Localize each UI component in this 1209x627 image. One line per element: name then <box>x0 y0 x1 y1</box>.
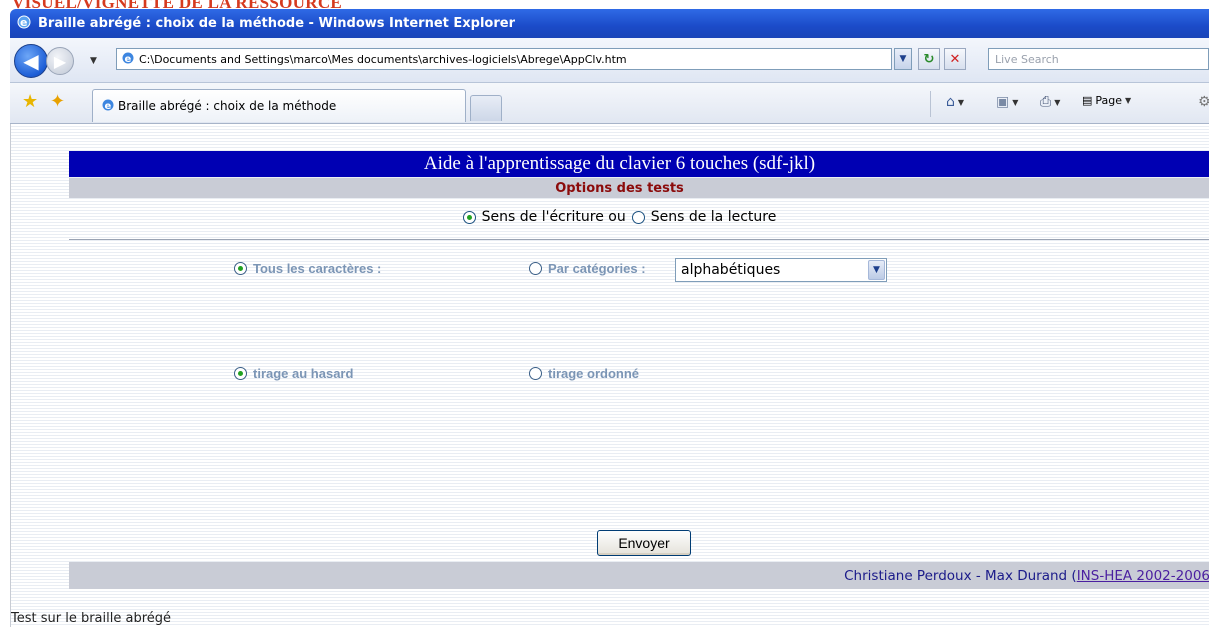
print-icon[interactable]: ⎙ ▼ <box>1040 94 1060 110</box>
footer-authors: Christiane Perdoux - Max Durand ( <box>844 567 1077 584</box>
favorites-star-icon[interactable]: ★ <box>22 91 38 112</box>
window-title: Braille abrégé : choix de la méthode - W… <box>38 16 515 31</box>
page-header: Aide à l'apprentissage du clavier 6 touc… <box>69 151 1209 177</box>
address-dropdown-icon[interactable]: ▼ <box>894 48 912 70</box>
svg-text:e: e <box>20 16 27 29</box>
page-ie-icon: e <box>121 51 135 68</box>
toolbar-divider <box>930 91 931 117</box>
tools-gear-icon[interactable]: ⚙ <box>1198 94 1209 110</box>
radio-sens-lecture[interactable] <box>631 210 645 224</box>
chevron-down-icon[interactable]: ▼ <box>868 260 885 280</box>
stop-icon[interactable]: ✕ <box>944 48 966 70</box>
label-par-categories: Par catégories : <box>548 261 646 276</box>
radio-sens-ecriture[interactable] <box>462 210 476 224</box>
option-tirage-hasard: tirage au hasard <box>234 366 353 381</box>
submit-button[interactable]: Envoyer <box>597 530 691 556</box>
add-favorites-icon[interactable]: ✦ <box>50 91 65 112</box>
tab-bar: ★ ✦ e Braille abrégé : choix de la métho… <box>10 83 1209 124</box>
label-tirage-ordonne: tirage ordonné <box>548 366 640 381</box>
page-icon: ▤ <box>1082 94 1093 107</box>
radio-tous-caracteres[interactable] <box>234 262 247 275</box>
option-tirage-ordonne: tirage ordonné <box>529 366 639 381</box>
radio-par-categories[interactable] <box>529 262 542 275</box>
back-arrow-icon[interactable]: ◀ <box>14 44 48 78</box>
status-text: Test sur le braille abrégé <box>11 611 172 626</box>
radio-tirage-ordonne[interactable] <box>529 367 542 380</box>
refresh-icon[interactable]: ↻ <box>918 48 940 70</box>
label-sens-lecture: Sens de la lecture <box>650 209 777 225</box>
label-tirage-hasard: tirage au hasard <box>253 366 354 381</box>
label-tous-caracteres: Tous les caractères : <box>253 261 382 276</box>
options-subheader: Options des tests <box>69 178 1209 198</box>
footer-link[interactable]: INS-HEA 2002-2006 <box>1077 568 1209 584</box>
new-tab-button[interactable] <box>470 95 502 121</box>
history-dropdown-icon[interactable]: ▼ <box>90 56 97 66</box>
tab-title: Braille abrégé : choix de la méthode <box>118 99 337 113</box>
divider <box>69 239 1209 240</box>
category-select-value: alphabétiques <box>681 262 781 278</box>
label-sens-ecriture: Sens de l'écriture ou <box>481 209 626 225</box>
home-icon[interactable]: ⌂ ▼ <box>946 94 964 110</box>
svg-text:e: e <box>125 54 132 65</box>
forward-arrow-icon[interactable]: ▶ <box>46 47 74 75</box>
footer-credits: Christiane Perdoux - Max Durand ( INS-HE… <box>69 562 1209 589</box>
live-search-input[interactable]: Live Search <box>988 48 1209 70</box>
option-par-categories: Par catégories : <box>529 261 646 276</box>
page-menu[interactable]: ▤ Page ▼ <box>1082 94 1131 107</box>
option-tous-caracteres: Tous les caractères : <box>234 261 381 276</box>
page-menu-label: Page <box>1095 94 1123 107</box>
page-content: Aide à l'apprentissage du clavier 6 touc… <box>10 124 1209 627</box>
feeds-icon[interactable]: ▣ ▼ <box>996 94 1018 110</box>
navigation-bar: ◀ ▶ ▼ e C:\Documents and Settings\marco\… <box>10 38 1209 83</box>
window-titlebar: e Braille abrégé : choix de la méthode -… <box>10 9 1209 38</box>
ie-logo-icon: e <box>16 14 32 34</box>
resource-thumbnail-label: VISUEL/VIGNETTE DE LA RESSOURCE <box>12 0 342 9</box>
tab-ie-icon: e <box>101 98 115 115</box>
radio-tirage-hasard[interactable] <box>234 367 247 380</box>
direction-options: Sens de l'écriture ou Sens de la lecture <box>69 206 1209 228</box>
address-bar[interactable]: e C:\Documents and Settings\marco\Mes do… <box>116 48 892 70</box>
tab-current[interactable]: e Braille abrégé : choix de la méthode <box>92 89 466 122</box>
category-select[interactable]: alphabétiques ▼ <box>675 258 887 282</box>
address-text: C:\Documents and Settings\marco\Mes docu… <box>139 52 627 66</box>
svg-text:e: e <box>105 101 112 112</box>
